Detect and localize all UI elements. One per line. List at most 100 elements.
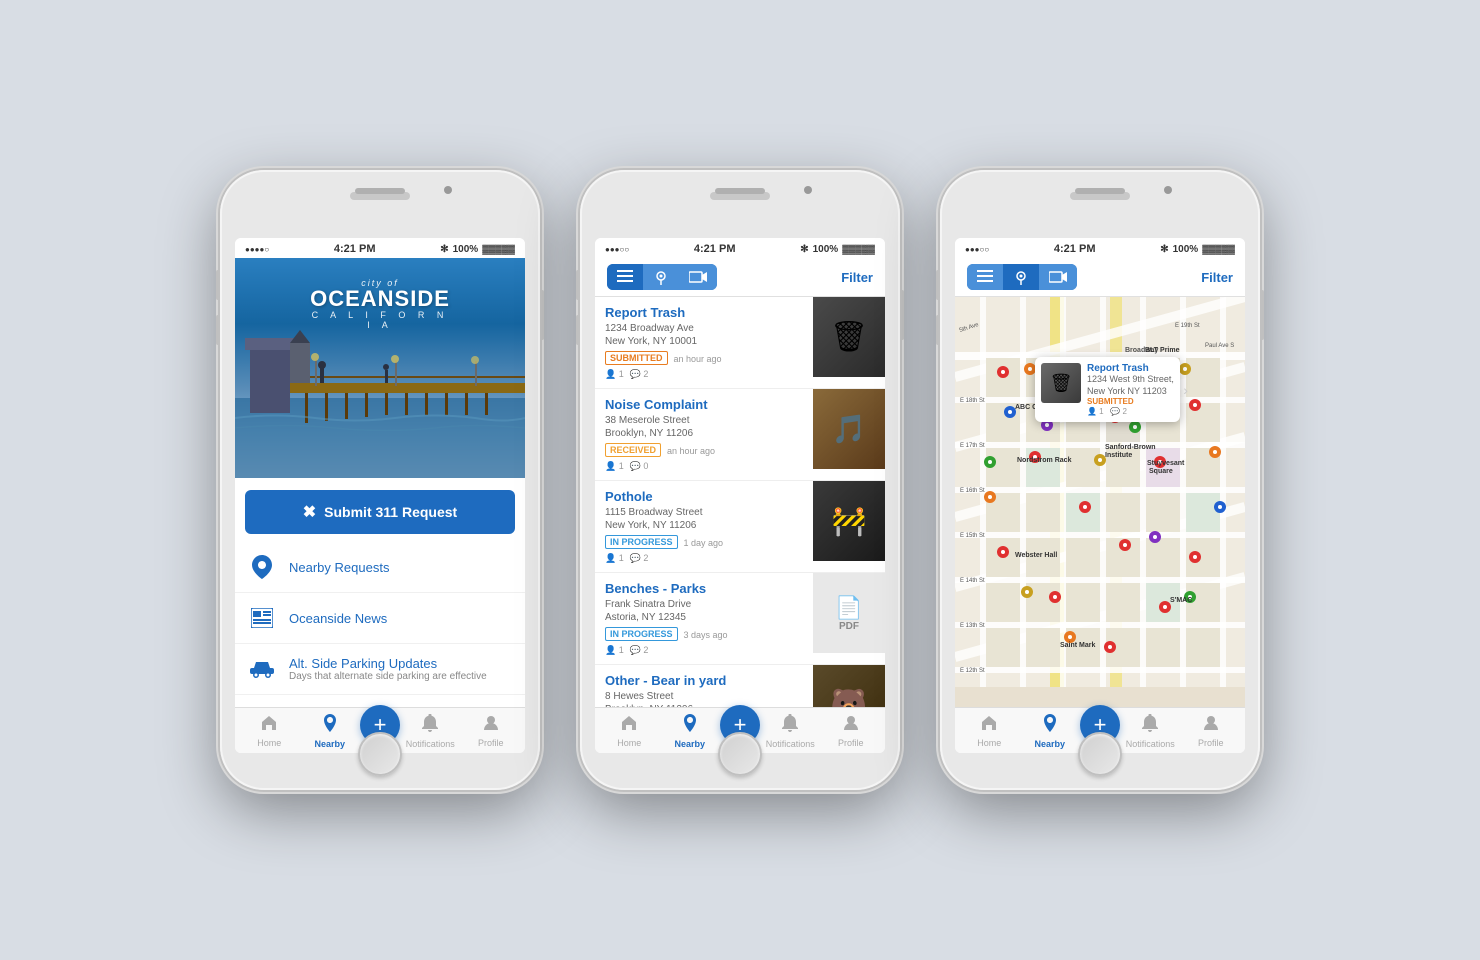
submit-311-button[interactable]: ✖ Submit 311 Request [245,490,515,534]
svg-text:Saint Mark: Saint Mark [1060,642,1096,649]
status-bar-3: ●●●○○ 4:21 PM ✻ 100% ▓▓▓▓▓ [955,238,1245,258]
status-right-3: ✻ 100% ▓▓▓▓▓ [1160,244,1235,255]
wrench-icon: ✖ [303,502,316,522]
person-icon-2: 👤 1 [605,553,624,564]
oceanside-label: OCEANSIDE [308,288,453,310]
camera [444,186,452,194]
status-badge-2: IN PROGRESS [605,535,678,549]
request-time-0: an hour ago [674,354,722,364]
comment-icon-0: 💬 2 [630,369,649,380]
bluetooth-icon-3: ✻ [1160,244,1168,255]
nav-profile-2[interactable]: Profile [821,715,882,748]
nav-home-2[interactable]: Home [599,715,660,748]
request-meta-3: 👤 1 💬 2 [605,645,803,656]
view-tabs-2 [607,264,717,290]
map-view-tab[interactable] [643,264,679,290]
status-right-1: ✻ 100% ▓▓▓▓▓ [440,244,515,255]
request-time-2: 1 day ago [684,538,724,548]
nav-profile-1[interactable]: Profile [461,715,522,748]
nav-nearby-2[interactable]: Nearby [660,714,721,749]
svg-text:BLT Prime: BLT Prime [1145,347,1180,354]
request-info-3: Benches - Parks Frank Sinatra DriveAstor… [595,573,813,664]
svg-text:E 17th St: E 17th St [960,443,985,449]
profile-label-2: Profile [838,738,864,748]
comment-icon-3: 💬 2 [630,645,649,656]
volume-up-btn-3 [936,270,940,300]
nav-nearby-3[interactable]: Nearby [1020,714,1081,749]
nav-home-1[interactable]: Home [239,715,300,748]
status-badge-0: SUBMITTED [605,351,668,365]
person-icon-3: 👤 1 [605,645,624,656]
nearby-label-2: Nearby [674,739,705,749]
menu-item-nearby-requests[interactable]: Nearby Requests [235,542,525,593]
volume-down-btn-2 [576,315,580,345]
power-btn-3 [1260,290,1264,340]
status-time-1: 4:21 PM [334,243,376,255]
profile-icon-2 [843,715,859,736]
request-title-0: Report Trash [605,305,803,320]
popup-meta: 👤 1 💬 2 [1087,407,1174,416]
request-meta-0: 👤 1 💬 2 [605,369,803,380]
request-item-3[interactable]: Benches - Parks Frank Sinatra DriveAstor… [595,573,885,665]
battery-label-2: 100% [813,244,839,255]
map-popup[interactable]: 🗑 Report Trash 1234 West 9th Street,New … [1035,357,1180,422]
nav-home-3[interactable]: Home [959,715,1020,748]
request-info-1: Noise Complaint 38 Meserole StreetBrookl… [595,389,813,480]
request-address-3: Frank Sinatra DriveAstoria, NY 12345 [605,598,803,624]
oceanside-logo: city of OCEANSIDE C A L I F O R N I A [308,278,453,330]
menu-item-parking[interactable]: Alt. Side Parking Updates Days that alte… [235,644,525,695]
request-item-0[interactable]: Report Trash 1234 Broadway AveNew York, … [595,297,885,389]
request-info-4: Other - Bear in yard 8 Hewes StreetBrook… [595,665,813,707]
filter-bar-2: Filter [595,258,885,297]
camera-view-tab[interactable] [679,264,717,290]
request-title-1: Noise Complaint [605,397,803,412]
volume-down-btn-3 [936,315,940,345]
popup-image: 🗑 [1041,363,1081,403]
request-title-4: Other - Bear in yard [605,673,803,688]
home-icon-1 [261,715,277,736]
profile-label-3: Profile [1198,738,1224,748]
notifications-label-2: Notifications [766,739,815,749]
car-icon [247,654,277,684]
popup-title: Report Trash [1087,363,1174,374]
request-item-1[interactable]: Noise Complaint 38 Meserole StreetBrookl… [595,389,885,481]
camera-view-tab-3[interactable] [1039,264,1077,290]
location-pin-icon [247,552,277,582]
menu-item-oceanside-news[interactable]: Oceanside News [235,593,525,644]
request-item-4[interactable]: Other - Bear in yard 8 Hewes StreetBrook… [595,665,885,707]
filter-button-3[interactable]: Filter [1201,270,1233,285]
nav-nearby-1[interactable]: Nearby [300,714,361,749]
home-button-3[interactable] [1078,732,1122,776]
svg-text:S'MAC: S'MAC [1170,597,1192,604]
profile-icon-3 [1203,715,1219,736]
nav-profile-3[interactable]: Profile [1181,715,1242,748]
nav-notifications-3[interactable]: Notifications [1120,714,1181,749]
notifications-icon-2 [782,714,798,737]
list-view-tab-3[interactable] [967,264,1003,290]
svg-text:E 14th St: E 14th St [960,578,985,584]
notifications-icon-1 [422,714,438,737]
volume-up-btn-2 [576,270,580,300]
battery-icon-2: ▓▓▓▓▓ [842,244,875,254]
svg-text:Nordstrom Rack: Nordstrom Rack [1017,457,1072,464]
request-item-2[interactable]: Pothole 1115 Broadway StreetNew York, NY… [595,481,885,573]
comment-icon-1: 💬 0 [630,461,649,472]
home-label-1: Home [257,738,281,748]
comment-icon-2: 💬 2 [630,553,649,564]
map-view-tab-3[interactable] [1003,264,1039,290]
home-button-2[interactable] [718,732,762,776]
popup-address: 1234 West 9th Street,New York NY 11203 [1087,374,1174,397]
profile-icon-1 [483,715,499,736]
svg-text:Institute: Institute [1105,452,1132,459]
list-view-tab[interactable] [607,264,643,290]
map-svg: Broadway 5th Ave Paul Ave S E 19th St E … [955,297,1245,687]
svg-text:Stuyvesant: Stuyvesant [1147,460,1185,467]
volume-up-btn [216,270,220,300]
filter-button-2[interactable]: Filter [841,270,873,285]
home-button-1[interactable] [358,732,402,776]
map-view[interactable]: Broadway 5th Ave Paul Ave S E 19th St E … [955,297,1245,707]
svg-text:E 13th St: E 13th St [960,623,985,629]
nav-notifications-1[interactable]: Notifications [400,714,461,749]
nav-notifications-2[interactable]: Notifications [760,714,821,749]
popup-arrow-icon: › [1183,382,1188,398]
